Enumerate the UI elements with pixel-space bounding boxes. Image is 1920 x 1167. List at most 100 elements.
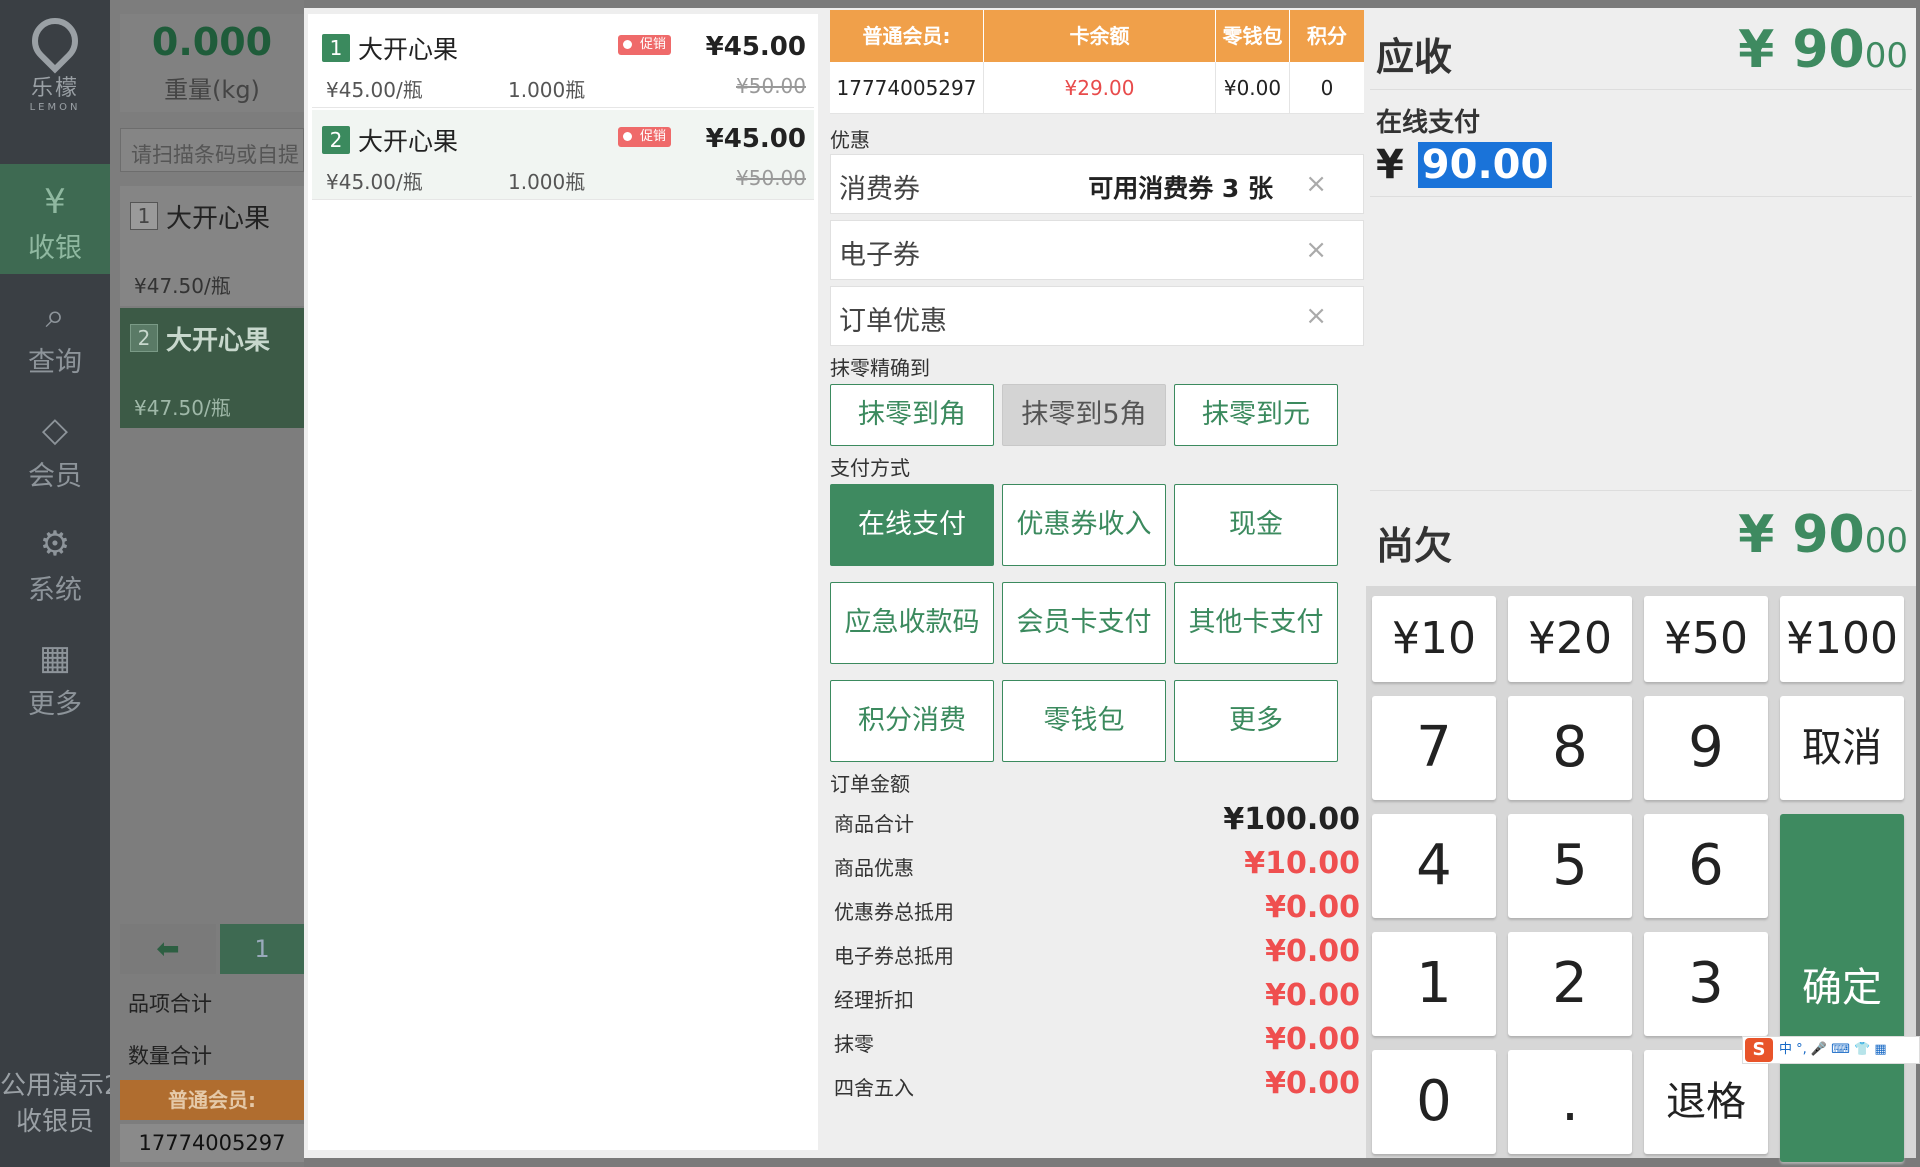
emergency-qr-button[interactable]: 应急收款码	[830, 582, 994, 664]
coupon-available: 可用消费券 3 张	[1088, 174, 1273, 203]
ecoupon-label: 电子券	[839, 240, 920, 271]
amount-value: ¥10.00	[1244, 846, 1360, 881]
payment-dialog: 1 大开心果 促销 ¥45.00 ¥45.00/瓶 1.000瓶 ¥50.00 …	[304, 8, 1916, 1162]
sum-items-label: 品项合计	[128, 992, 212, 1016]
weight-value: 0.000	[151, 20, 273, 64]
nav-label: 会员	[28, 461, 82, 492]
cashier-user: 公用演示2 收银员	[0, 1068, 110, 1140]
ime-toolbar[interactable]: S 中 °, 🎤 ⌨ 👕 ▦	[1742, 1036, 1920, 1064]
background-cashier-panel: 0.000 重量(kg) 请扫描条码或自提 1 大开心果 ¥47.50/瓶 2 …	[110, 0, 304, 1167]
owed-box: 尚欠 ¥ 9000	[1370, 490, 1912, 586]
wallet-pay-button[interactable]: 零钱包	[1002, 680, 1166, 762]
amount-row-coupon-total: 优惠券总抵用 ¥0.00	[834, 890, 1360, 926]
cart-item-selected[interactable]: 2 大开心果 ¥47.50/瓶	[120, 308, 304, 428]
round-to-5jiao-button[interactable]: 抹零到5角	[1002, 384, 1166, 446]
points-pay-button[interactable]: 积分消费	[830, 680, 994, 762]
search-doc-icon: ⌕	[45, 296, 65, 336]
order-discount-field[interactable]: 订单优惠 ×	[830, 286, 1364, 346]
nav-item-member[interactable]: ◇ 会员	[0, 392, 110, 502]
coupon-field[interactable]: 消费券 可用消费券 3 张 ×	[830, 154, 1364, 214]
confirm-button[interactable]: 确定	[1780, 814, 1904, 1162]
divider	[1370, 196, 1912, 197]
pay-amount-input[interactable]: ¥ 90.00	[1376, 142, 1553, 188]
item-price: ¥47.50/瓶	[134, 274, 231, 298]
amount-label: 优惠券总抵用	[834, 900, 954, 924]
quick-100-button[interactable]: ¥100	[1780, 596, 1904, 682]
order-unit-price: ¥45.00/瓶	[326, 78, 423, 102]
online-pay-button[interactable]: 在线支付	[830, 484, 994, 566]
key-1[interactable]: 1	[1372, 932, 1496, 1036]
points-header: 积分	[1290, 10, 1364, 62]
cancel-button[interactable]: 取消	[1780, 696, 1904, 800]
cash-button[interactable]: 现金	[1174, 484, 1338, 566]
order-unit-price: ¥45.00/瓶	[326, 170, 423, 194]
key-4[interactable]: 4	[1372, 814, 1496, 918]
backspace-button[interactable]: 退格	[1644, 1050, 1768, 1154]
page-number[interactable]: 1	[220, 924, 304, 974]
wallet-header: 零钱包	[1216, 10, 1290, 62]
key-0[interactable]: 0	[1372, 1050, 1496, 1154]
weight-label: 重量(kg)	[164, 76, 260, 104]
pay-amount-value[interactable]: 90.00	[1417, 142, 1553, 188]
back-arrow-icon[interactable]: ⬅	[120, 924, 216, 974]
key-9[interactable]: 9	[1644, 696, 1768, 800]
order-orig-price: ¥50.00	[736, 166, 806, 190]
order-item[interactable]: 2 大开心果 促销 ¥45.00 ¥45.00/瓶 1.000瓶 ¥50.00	[312, 110, 814, 200]
balance-header: 卡余额	[984, 10, 1216, 62]
key-dot[interactable]: .	[1508, 1050, 1632, 1154]
quick-50-button[interactable]: ¥50	[1644, 596, 1768, 682]
nav-item-more[interactable]: ▦ 更多	[0, 620, 110, 730]
key-7[interactable]: 7	[1372, 696, 1496, 800]
pager: ⬅ 1	[120, 924, 304, 974]
round-to-yuan-button[interactable]: 抹零到元	[1174, 384, 1338, 446]
scan-input[interactable]: 请扫描条码或自提	[120, 128, 304, 172]
amount-label: 抹零	[834, 1032, 874, 1056]
close-icon[interactable]: ×	[1305, 235, 1327, 265]
rounding-section-label: 抹零精确到	[830, 356, 930, 380]
key-6[interactable]: 6	[1644, 814, 1768, 918]
grid-icon: ▦	[38, 638, 72, 678]
logo-sub: LEMON	[29, 102, 81, 113]
nav-item-cashier[interactable]: ¥ 收银	[0, 164, 110, 274]
points-balance: 0	[1290, 62, 1364, 114]
more-pay-button[interactable]: 更多	[1174, 680, 1338, 762]
key-2[interactable]: 2	[1508, 932, 1632, 1036]
round-to-jiao-button[interactable]: 抹零到角	[830, 384, 994, 446]
discount-section-label: 优惠	[830, 128, 870, 152]
key-8[interactable]: 8	[1508, 696, 1632, 800]
nav-item-system[interactable]: ⚙ 系统	[0, 506, 110, 616]
amount-value: ¥100.00	[1223, 802, 1360, 837]
quick-10-button[interactable]: ¥10	[1372, 596, 1496, 682]
nav-label: 收银	[28, 233, 82, 264]
wallet-balance: ¥0.00	[1216, 62, 1290, 114]
weight-display: 0.000 重量(kg)	[120, 14, 304, 112]
close-icon[interactable]: ×	[1305, 169, 1327, 199]
ecoupon-field[interactable]: 电子券 ×	[830, 220, 1364, 280]
card-balance: ¥29.00	[984, 62, 1216, 114]
quick-20-button[interactable]: ¥20	[1508, 596, 1632, 682]
item-index: 1	[130, 202, 158, 230]
item-name: 大开心果	[166, 204, 271, 234]
member-card-pay-button[interactable]: 会员卡支付	[1002, 582, 1166, 664]
amount-row-goods-discount: 商品优惠 ¥10.00	[834, 846, 1360, 882]
close-icon[interactable]: ×	[1305, 301, 1327, 331]
amount-value: ¥0.00	[1265, 934, 1360, 969]
left-nav: 乐檬 LEMON ¥ 收银 ⌕ 查询 ◇ 会员 ⚙ 系统 ▦ 更多 公用演示2 …	[0, 0, 110, 1167]
key-5[interactable]: 5	[1508, 814, 1632, 918]
key-3[interactable]: 3	[1644, 932, 1768, 1036]
user-name: 公用演示2	[0, 1071, 110, 1101]
amount-label: 经理折扣	[834, 988, 914, 1012]
owed-title: 尚欠	[1376, 524, 1453, 568]
payment-section-label: 支付方式	[830, 456, 910, 480]
coupon-label: 消费券	[839, 174, 920, 205]
order-item[interactable]: 1 大开心果 促销 ¥45.00 ¥45.00/瓶 1.000瓶 ¥50.00	[312, 18, 814, 108]
amount-row-rounding: 抹零 ¥0.00	[834, 1022, 1360, 1058]
order-amount-section-label: 订单金额	[830, 772, 910, 796]
coupon-income-button[interactable]: 优惠券收入	[1002, 484, 1166, 566]
user-role: 收银员	[15, 1107, 94, 1137]
other-card-pay-button[interactable]: 其他卡支付	[1174, 582, 1338, 664]
nav-item-query[interactable]: ⌕ 查询	[0, 278, 110, 388]
cart-item[interactable]: 1 大开心果 ¥47.50/瓶	[120, 186, 304, 306]
currency-symbol: ¥	[1376, 142, 1404, 188]
settlement-panel: 应收 ¥ 9000 在线支付 ¥ 90.00 尚欠 ¥ 9000 ¥10 ¥20…	[1366, 8, 1916, 1162]
